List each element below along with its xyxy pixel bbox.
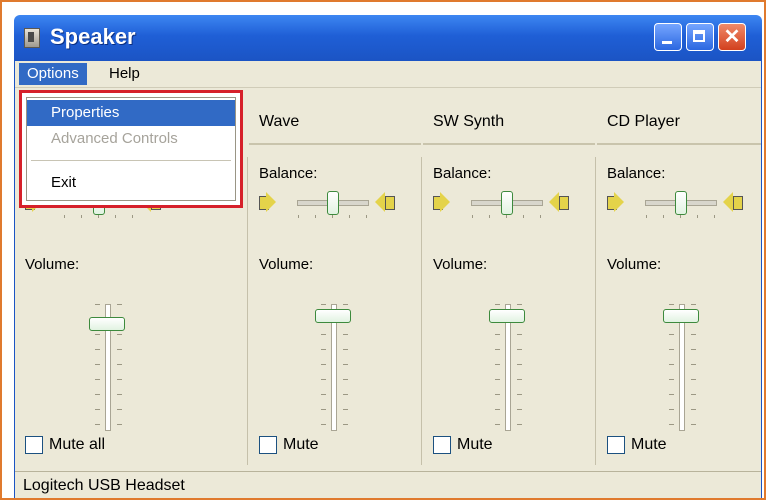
column-divider [247, 157, 248, 465]
right-speaker-icon [549, 192, 569, 212]
menu-bar: Options Help [15, 61, 761, 88]
sw-synth-column: SW Synth Balance: Volume: Mute [423, 91, 595, 471]
mute-checkbox[interactable]: Mute [607, 433, 667, 457]
column-separator [423, 143, 595, 145]
volume-label: Volume: [25, 256, 80, 273]
wave-column: Wave Balance: Volume: Mute [249, 91, 421, 471]
maximize-button[interactable] [686, 23, 714, 51]
mute-checkbox[interactable]: Mute [259, 433, 319, 457]
close-icon: ✕ [723, 26, 741, 48]
minimize-button[interactable] [654, 23, 682, 51]
mute-label: Mute [283, 436, 319, 453]
volume-slider-thumb[interactable] [89, 316, 125, 331]
column-divider [421, 157, 422, 465]
column-title: Wave [259, 113, 300, 130]
speaker-app-icon [24, 28, 40, 48]
volume-slider[interactable] [331, 304, 337, 431]
mute-checkbox[interactable]: Mute [433, 433, 493, 457]
balance-label: Balance: [259, 165, 318, 182]
menu-item-properties[interactable]: Properties [27, 100, 235, 126]
volume-label: Volume: [607, 256, 662, 273]
volume-label: Volume: [433, 256, 488, 273]
column-title: CD Player [607, 113, 680, 130]
menu-item-advanced-controls: Advanced Controls [51, 130, 178, 147]
checkbox-box[interactable] [25, 435, 43, 454]
volume-slider-thumb[interactable] [315, 309, 351, 323]
balance-label: Balance: [433, 165, 492, 182]
balance-slider-thumb[interactable] [327, 191, 339, 215]
menu-separator [31, 160, 231, 161]
dropdown-panel: Properties Advanced Controls Exit [26, 97, 236, 201]
left-speaker-icon [607, 192, 625, 212]
balance-control [607, 188, 757, 220]
volume-control [431, 304, 581, 444]
checkbox-box[interactable] [433, 435, 451, 454]
balance-slider-thumb[interactable] [675, 191, 687, 215]
left-speaker-icon [433, 192, 451, 212]
options-dropdown-menu: Properties Advanced Controls Exit [19, 90, 243, 208]
balance-slider-thumb[interactable] [501, 191, 513, 215]
right-speaker-icon [375, 192, 395, 212]
column-separator [249, 143, 421, 145]
screenshot-frame: Speaker ✕ Options Help Volume: Mute all … [0, 0, 766, 500]
mute-label: Mute [631, 436, 667, 453]
volume-control [605, 304, 755, 444]
close-button[interactable]: ✕ [718, 23, 746, 51]
menu-help[interactable]: Help [101, 63, 148, 85]
balance-slider[interactable] [297, 191, 369, 218]
column-divider [595, 157, 596, 465]
volume-slider[interactable] [505, 304, 511, 431]
menu-item-exit[interactable]: Exit [27, 170, 235, 196]
volume-slider-thumb[interactable] [489, 309, 525, 323]
checkbox-box[interactable] [259, 435, 277, 454]
balance-control [433, 188, 583, 220]
volume-slider[interactable] [679, 304, 685, 431]
menu-options[interactable]: Options [19, 63, 87, 85]
balance-slider[interactable] [471, 191, 543, 218]
mute-label: Mute [457, 436, 493, 453]
window-title: Speaker [50, 24, 136, 49]
checkbox-box[interactable] [607, 435, 625, 454]
mute-all-checkbox[interactable]: Mute all [25, 433, 105, 457]
left-speaker-icon [259, 192, 277, 212]
right-speaker-icon [723, 192, 743, 212]
balance-slider[interactable] [645, 191, 717, 218]
balance-label: Balance: [607, 165, 666, 182]
volume-control [31, 304, 181, 444]
column-title: SW Synth [433, 113, 505, 130]
cd-player-column: CD Player Balance: Volume: Mute [597, 91, 761, 471]
balance-control [259, 188, 409, 220]
volume-control [257, 304, 407, 444]
mute-all-label: Mute all [49, 436, 106, 453]
title-bar[interactable]: Speaker ✕ [14, 15, 762, 61]
volume-label: Volume: [259, 256, 314, 273]
column-separator [597, 143, 761, 145]
volume-slider-thumb[interactable] [663, 309, 699, 323]
status-bar: Logitech USB Headset [15, 471, 761, 498]
